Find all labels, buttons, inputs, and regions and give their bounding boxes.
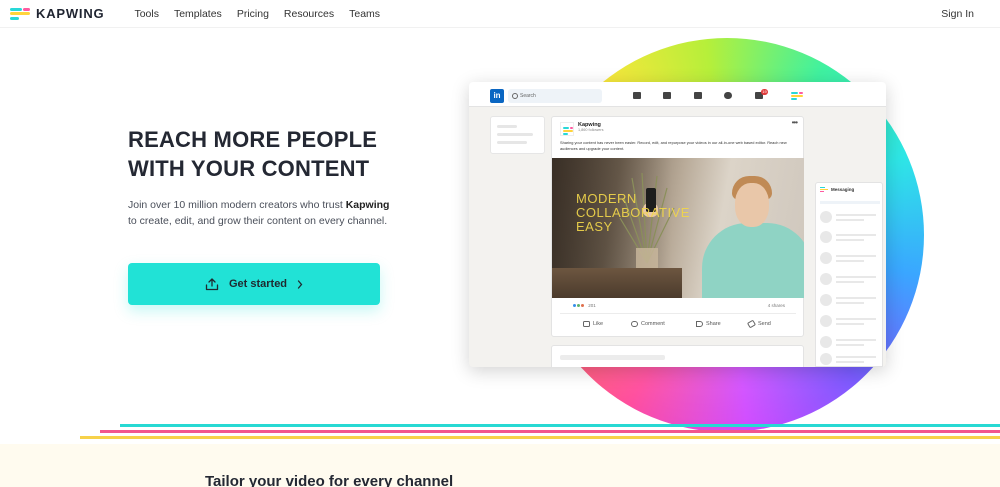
nav-link-pricing[interactable]: Pricing: [237, 8, 269, 20]
share-label: Share: [706, 321, 721, 327]
image-text-line: MODERN: [576, 191, 637, 206]
kapwing-logo-icon: [10, 7, 30, 20]
linkedin-topbar: in Search 19: [469, 82, 886, 107]
comment-icon: [631, 321, 638, 327]
profile-card-placeholder: [490, 116, 545, 154]
comment-action: Comment: [631, 321, 665, 327]
comment-label: Comment: [641, 321, 665, 327]
upload-icon: [205, 277, 219, 290]
send-icon: [746, 319, 757, 329]
post-reactions: 201: [572, 303, 596, 309]
image-text-line: COLLABORATIVE: [576, 205, 690, 220]
linkedin-mockup: in Search 19 Kapwing 1,860 followers •••…: [469, 82, 886, 367]
kapwing-logo[interactable]: KAPWING: [10, 6, 104, 21]
decorative-stripe-cyan: [120, 424, 1000, 427]
send-label: Send: [758, 321, 771, 327]
next-post-placeholder: [551, 345, 804, 367]
nav-link-tools[interactable]: Tools: [134, 8, 159, 20]
like-label: Like: [593, 321, 604, 327]
notification-badge: 19: [761, 89, 768, 95]
post-avatar: [560, 122, 574, 136]
post-actions: Like Comment Share Send: [552, 319, 804, 331]
network-icon: [663, 92, 671, 99]
top-nav: KAPWING Tools Templates Pricing Resource…: [0, 0, 1000, 28]
hero-subtitle-part: Join over 10 million modern creators who…: [128, 199, 346, 211]
post-text: Sharing your content has never been easi…: [560, 140, 787, 151]
send-action: Send: [746, 319, 771, 329]
decorative-stripe-yellow: [80, 436, 1000, 439]
like-icon: [583, 321, 590, 327]
post-image: MODERN COLLABORATIVE EASY: [552, 158, 804, 298]
get-started-button[interactable]: Get started: [128, 263, 380, 305]
linkedin-search: Search: [508, 89, 602, 103]
share-icon: [696, 321, 703, 327]
like-action: Like: [583, 321, 603, 327]
post-followers: 1,860 followers: [578, 128, 604, 132]
nav-link-resources[interactable]: Resources: [284, 8, 334, 20]
brand-name: KAPWING: [36, 6, 105, 21]
messaging-panel: Messaging: [815, 182, 883, 367]
image-text-line: EASY: [576, 219, 613, 234]
sign-in-link[interactable]: Sign In: [941, 8, 974, 20]
hero-subtitle-brand: Kapwing: [345, 199, 390, 211]
kapwing-small-icon: [820, 187, 828, 192]
hero-subtitle: Join over 10 million modern creators who…: [128, 197, 393, 229]
post-shares: 4 shares: [767, 303, 785, 308]
nav-links: Tools Templates Pricing Resources Teams: [134, 8, 395, 20]
post-image-text: MODERN COLLABORATIVE EASY: [576, 192, 690, 234]
nav-link-teams[interactable]: Teams: [349, 8, 380, 20]
nav-link-templates[interactable]: Templates: [174, 8, 222, 20]
messaging-icon: [724, 92, 732, 99]
decorative-stripe-pink: [100, 430, 1000, 433]
kapwing-small-icon: [791, 92, 803, 100]
hero-subtitle-part: to create, edit, and grow their content …: [128, 215, 388, 227]
section-title: Tailor your video for every channel: [205, 473, 454, 487]
next-section: [0, 444, 1000, 487]
linkedin-post: Kapwing 1,860 followers ••• Sharing your…: [551, 116, 804, 337]
home-icon: [633, 92, 641, 99]
more-options-icon: •••: [791, 118, 798, 127]
hero-title: REACH MORE PEOPLE WITH YOUR CONTENT: [128, 127, 378, 181]
messaging-label: Messaging: [831, 187, 855, 192]
jobs-icon: [694, 92, 702, 99]
chevron-right-icon: [297, 279, 303, 289]
linkedin-logo-icon: in: [490, 89, 504, 103]
get-started-label: Get started: [228, 278, 288, 290]
reactions-count: 201: [588, 303, 596, 308]
share-action: Share: [696, 321, 721, 327]
